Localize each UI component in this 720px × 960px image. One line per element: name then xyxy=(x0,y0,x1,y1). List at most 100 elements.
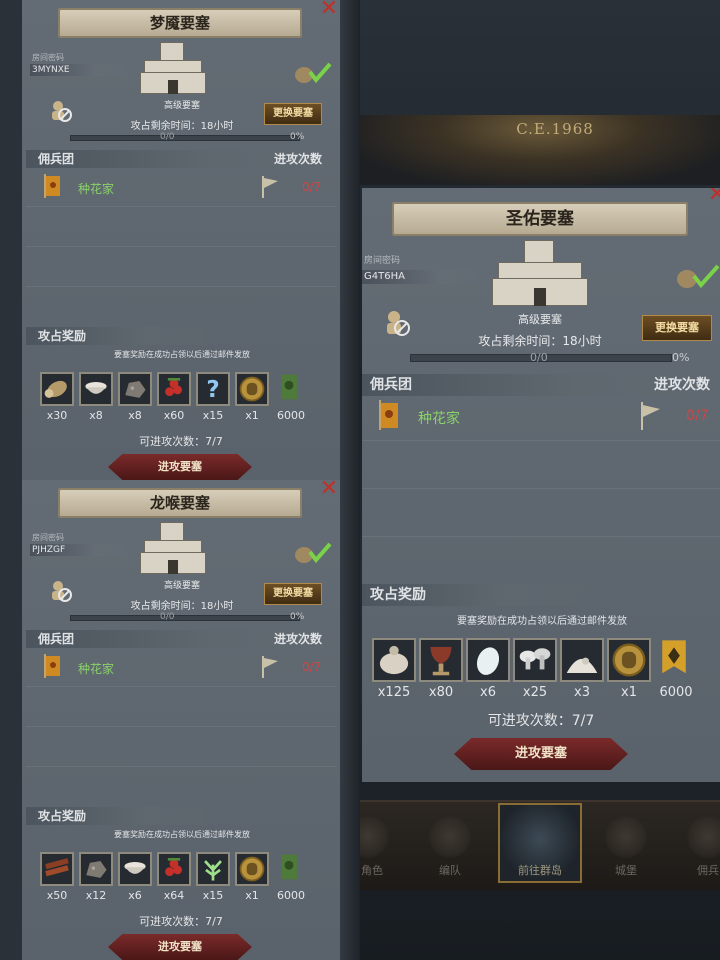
reward-item[interactable] xyxy=(40,372,74,406)
flag-icon xyxy=(638,402,662,430)
fortress-castle-icon xyxy=(140,42,206,98)
remaining-attacks: 可进攻次数：7/7 xyxy=(139,915,223,928)
mercenary-label: 佣兵团 xyxy=(38,152,75,166)
reward-item[interactable] xyxy=(196,852,230,886)
loot-bag-check-icon xyxy=(674,262,720,290)
close-icon[interactable]: ✕ xyxy=(314,0,340,20)
progress-text: 0/0 xyxy=(530,351,548,364)
fortress-grade: 高级要塞 xyxy=(518,313,562,326)
bowl-icon xyxy=(85,381,107,394)
helmet-coin-icon xyxy=(239,856,265,882)
reward-item[interactable] xyxy=(560,638,604,682)
fortress-title: 圣佑要塞 xyxy=(392,202,688,236)
reward-section-header: 攻占奖励 xyxy=(362,584,602,606)
room-code-label: 房间密码 xyxy=(364,256,401,266)
tab-formation[interactable]: 编队 xyxy=(420,862,480,878)
reward-item[interactable] xyxy=(235,372,269,406)
reward-item[interactable] xyxy=(654,638,698,682)
mercenary-label: 佣兵团 xyxy=(370,377,412,393)
era-banner-text: C.E.1968 xyxy=(516,120,594,138)
reward-item[interactable] xyxy=(118,372,152,406)
swap-fortress-button[interactable]: 更换要塞 xyxy=(264,103,322,125)
reward-item[interactable]: ? xyxy=(196,372,230,406)
reward-item[interactable] xyxy=(79,372,113,406)
gold-banner-icon xyxy=(662,640,686,674)
no-entry-person-icon xyxy=(48,98,72,122)
reward-section-header: 攻占奖励 xyxy=(26,327,226,345)
capture-progress-bar xyxy=(70,135,300,141)
plant-icon xyxy=(204,860,222,881)
reward-item[interactable] xyxy=(118,852,152,886)
fortress-title: 龙喉要塞 xyxy=(58,488,302,518)
reward-item[interactable] xyxy=(274,372,308,406)
ore-icon xyxy=(86,861,107,878)
goblet-icon xyxy=(430,647,452,676)
reward-item[interactable] xyxy=(274,852,308,886)
row-divider xyxy=(362,536,720,537)
fortress-card-holy-blessing: 圣佑要塞 ✕ 房间密码 G4T6HA 高级要塞 攻占剩余时间：18小时 更换要塞… xyxy=(362,188,720,782)
time-remaining: 攻占剩余时间：18小时 xyxy=(130,121,234,132)
remaining-attacks: 可进攻次数：7/7 xyxy=(139,435,223,448)
reward-item[interactable] xyxy=(157,372,191,406)
fortress-card-nightmare: 梦魇要塞 ✕ 房间密码 3MYNXE 高级要塞 攻占剩余时间：18小时 更换要塞… xyxy=(22,0,340,480)
bowl-icon xyxy=(124,861,146,874)
reward-item[interactable] xyxy=(157,852,191,886)
reward-item[interactable] xyxy=(40,852,74,886)
swap-fortress-button[interactable]: 更换要塞 xyxy=(642,315,712,341)
reward-quantity: 6000 xyxy=(277,409,305,422)
reward-section-header: 攻占奖励 xyxy=(26,807,226,825)
close-icon[interactable]: ✕ xyxy=(702,188,720,206)
tab-mercenary[interactable]: 佣兵 xyxy=(678,862,720,878)
attack-fortress-button[interactable]: 进攻要塞 xyxy=(108,934,252,960)
mercenary-section-header: 佣兵团 进攻次数 xyxy=(362,374,716,396)
wood-log-icon xyxy=(44,380,67,398)
room-code-label: 房间密码 xyxy=(32,533,64,542)
reward-item[interactable] xyxy=(79,852,113,886)
svg-text:?: ? xyxy=(206,377,219,403)
berries-icon xyxy=(165,377,182,397)
row-divider xyxy=(26,286,336,287)
row-divider xyxy=(26,726,336,727)
row-divider xyxy=(362,440,720,441)
attack-count-label: 进攻次数 xyxy=(273,632,322,646)
reward-item[interactable] xyxy=(235,852,269,886)
helmet-coin-icon xyxy=(239,376,265,402)
guild-emblem-icon xyxy=(42,174,62,198)
reward-item[interactable] xyxy=(513,638,557,682)
remaining-attacks: 可进攻次数：7/7 xyxy=(487,713,595,729)
fortress-grade: 高级要塞 xyxy=(163,101,200,111)
attack-fortress-button[interactable]: 进攻要塞 xyxy=(454,738,628,770)
tab-go-islands[interactable]: 前往群岛 xyxy=(510,862,570,878)
banner-icon xyxy=(281,374,297,400)
attack-count-value: 0/7 xyxy=(302,180,322,194)
swap-fortress-button[interactable]: 更换要塞 xyxy=(264,583,322,605)
reward-item[interactable] xyxy=(372,638,416,682)
helmet-coin-icon xyxy=(612,643,646,677)
progress-percent: 0% xyxy=(290,612,305,622)
egg-icon xyxy=(476,647,500,675)
tab-icon-castle xyxy=(604,815,648,859)
ore-icon xyxy=(125,381,146,398)
reward-note: 要塞奖励在成功占领以后通过邮件发放 xyxy=(114,350,250,359)
attack-fortress-button[interactable]: 进攻要塞 xyxy=(108,454,252,480)
reward-item[interactable] xyxy=(419,638,463,682)
fortress-title: 梦魇要塞 xyxy=(58,8,302,38)
reward-item[interactable] xyxy=(607,638,651,682)
mercenary-label: 佣兵团 xyxy=(38,632,75,646)
attack-count-value: 0/7 xyxy=(686,408,709,424)
row-divider xyxy=(362,488,720,489)
no-entry-person-icon xyxy=(382,308,410,336)
no-entry-person-icon xyxy=(48,578,72,602)
guild-name: 种花家 xyxy=(78,182,115,196)
mercenary-section-header: 佣兵团 进攻次数 xyxy=(26,150,336,168)
close-icon[interactable]: ✕ xyxy=(314,480,340,500)
fortress-castle-icon xyxy=(140,522,206,578)
reward-quantity: 6000 xyxy=(277,889,305,902)
reward-note: 要塞奖励在成功占领以后通过邮件发放 xyxy=(114,830,250,839)
question-mark-icon: ? xyxy=(206,377,219,403)
guild-emblem-icon xyxy=(42,654,62,678)
reward-item[interactable] xyxy=(466,638,510,682)
loot-bag-check-icon xyxy=(292,60,334,84)
tab-castle[interactable]: 城堡 xyxy=(596,862,656,878)
planks-icon xyxy=(45,858,69,877)
